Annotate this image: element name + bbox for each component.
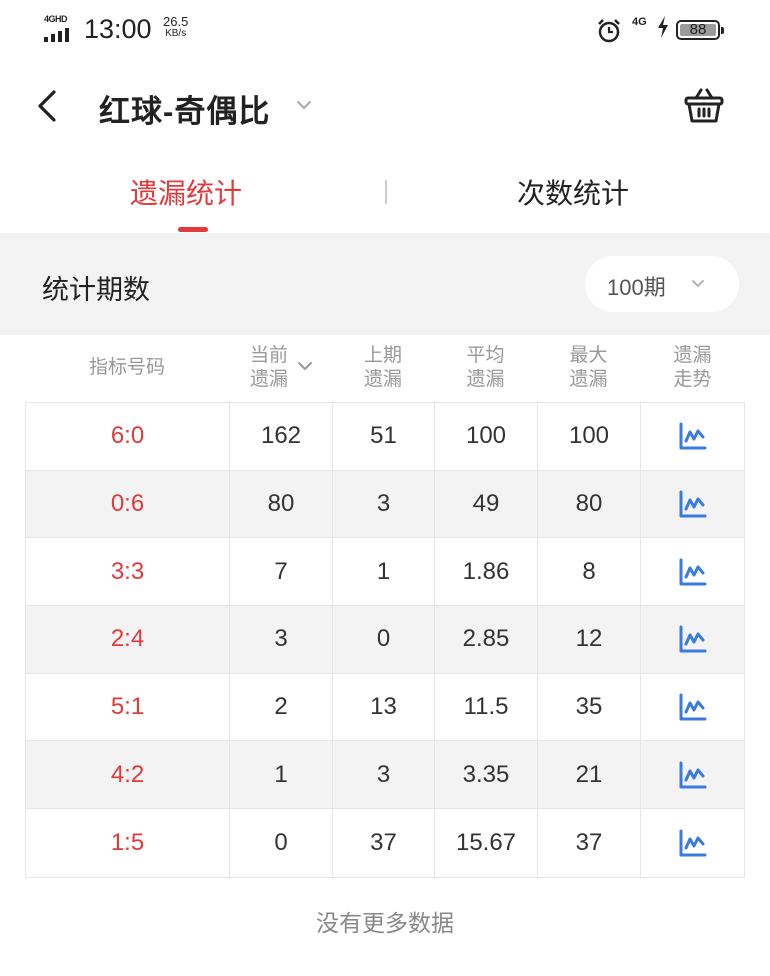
max-cell: 21 — [538, 741, 641, 809]
trend-cell — [641, 809, 744, 877]
tab-count-stats[interactable]: 次数统计 — [517, 172, 629, 216]
period-value: 100期 — [607, 275, 666, 300]
avg-cell: 49 — [435, 470, 538, 538]
max-cell: 100 — [538, 403, 641, 470]
table-row: 4:2 1 3 3.35 21 — [26, 741, 744, 810]
trend-chart-icon[interactable] — [678, 489, 708, 519]
trend-chart-icon[interactable] — [678, 760, 708, 790]
trend-cell — [641, 606, 744, 673]
avg-cell: 1.86 — [435, 538, 538, 606]
trend-cell — [641, 403, 744, 470]
max-cell: 8 — [538, 538, 641, 606]
sort-chevron-icon[interactable] — [296, 357, 314, 375]
signal-icon: 4GHD — [44, 14, 76, 42]
trend-chart-icon[interactable] — [678, 557, 708, 587]
no-more-data: 没有更多数据 — [316, 910, 454, 936]
current-cell: 2 — [230, 673, 333, 741]
chevron-down-icon — [692, 280, 704, 287]
last-cell: 0 — [333, 606, 435, 673]
current-cell: 80 — [230, 470, 333, 538]
avg-cell: 100 — [435, 403, 538, 470]
trend-cell — [641, 538, 744, 605]
current-cell: 162 — [230, 403, 333, 470]
table-row: 2:4 3 0 2.85 12 — [26, 606, 744, 674]
last-cell: 1 — [333, 538, 435, 606]
mobile-data-label: 4G — [632, 16, 647, 28]
ratio-cell: 6:0 — [26, 403, 230, 470]
header-avg-omission: 平均 遗漏 — [466, 345, 505, 390]
table-row: 5:1 2 13 11.5 35 — [26, 673, 744, 742]
trend-chart-icon[interactable] — [678, 421, 708, 451]
alarm-icon — [598, 19, 620, 43]
header-trend: 遗漏 走势 — [673, 345, 712, 390]
header-indicator: 指标号码 — [88, 357, 165, 378]
period-dropdown[interactable]: 100期 — [585, 256, 739, 312]
table-row: 3:3 7 1 1.86 8 — [26, 538, 744, 607]
last-cell: 37 — [333, 809, 435, 877]
status-bar: 4GHD 13:00 26.5 KB/s 4G 88 — [0, 0, 770, 62]
ratio-cell: 2:4 — [26, 606, 230, 673]
tab-omission-stats[interactable]: 遗漏统计 — [130, 172, 242, 216]
table-row: 6:0 162 51 100 100 — [26, 403, 744, 471]
last-cell: 3 — [333, 470, 435, 538]
period-label: 统计期数 — [42, 275, 150, 305]
table-row: 1:5 0 37 15.67 37 — [26, 809, 744, 877]
trend-cell — [641, 471, 744, 538]
omission-table: 6:0 162 51 100 100 0:6 80 3 49 80 3:3 7 … — [25, 402, 745, 878]
page-title[interactable]: 红球-奇偶比 — [99, 86, 270, 131]
ratio-cell: 5:1 — [26, 673, 230, 741]
header-last-omission: 上期 遗漏 — [363, 345, 402, 390]
avg-cell: 11.5 — [435, 673, 538, 741]
avg-cell: 15.67 — [435, 809, 538, 877]
max-cell: 12 — [538, 606, 641, 673]
trend-cell — [641, 741, 744, 808]
ratio-cell: 0:6 — [26, 470, 230, 538]
last-cell: 13 — [333, 673, 435, 741]
current-cell: 3 — [230, 606, 333, 673]
chevron-down-icon[interactable] — [293, 94, 315, 116]
basket-icon[interactable] — [684, 86, 724, 126]
last-cell: 51 — [333, 403, 435, 470]
trend-cell — [641, 674, 744, 741]
max-cell: 35 — [538, 673, 641, 741]
avg-cell: 2.85 — [435, 606, 538, 673]
last-cell: 3 — [333, 741, 435, 809]
header-max-omission: 最大 遗漏 — [569, 345, 608, 390]
active-tab-indicator — [178, 227, 208, 232]
charging-icon — [658, 16, 668, 38]
avg-cell: 3.35 — [435, 741, 538, 809]
current-cell: 7 — [230, 538, 333, 606]
battery-indicator: 88 — [676, 20, 724, 40]
max-cell: 80 — [538, 470, 641, 538]
current-cell: 0 — [230, 809, 333, 877]
trend-chart-icon[interactable] — [678, 692, 708, 722]
ratio-cell: 4:2 — [26, 741, 230, 809]
current-cell: 1 — [230, 741, 333, 809]
network-speed: 26.5 KB/s — [163, 14, 189, 39]
tab-divider — [385, 180, 387, 204]
trend-chart-icon[interactable] — [678, 624, 708, 654]
trend-chart-icon[interactable] — [678, 828, 708, 858]
network-label: 4GHD — [44, 14, 68, 24]
ratio-cell: 3:3 — [26, 538, 230, 606]
table-row: 0:6 80 3 49 80 — [26, 470, 744, 539]
status-time: 13:00 — [84, 14, 152, 44]
back-icon[interactable] — [34, 88, 60, 124]
ratio-cell: 1:5 — [26, 809, 230, 877]
max-cell: 37 — [538, 809, 641, 877]
